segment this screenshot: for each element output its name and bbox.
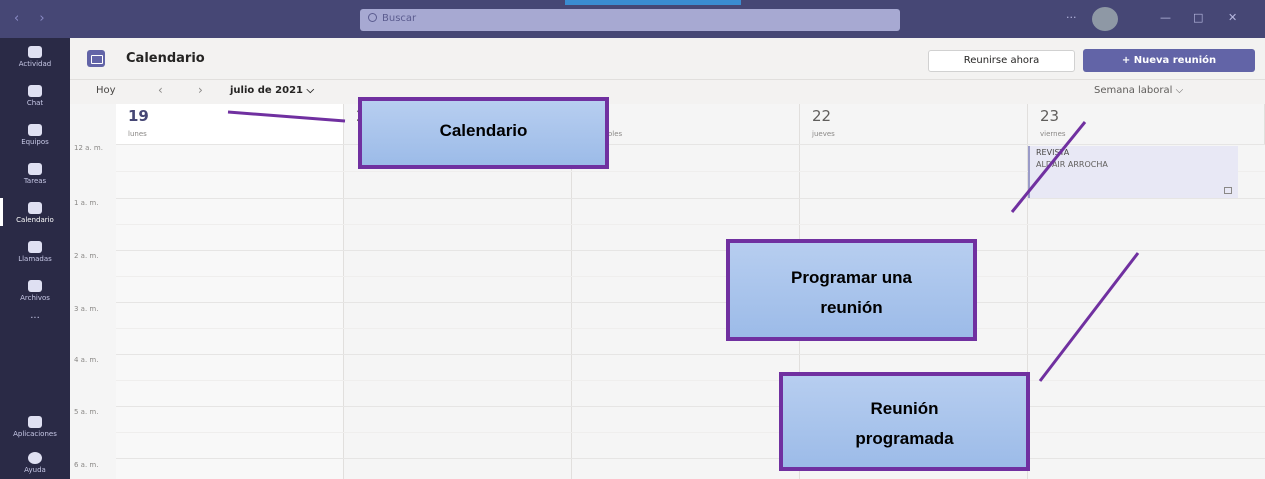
callout-line-programar bbox=[1010, 121, 1087, 213]
callout-programar-reunion: Programar una reunión bbox=[726, 239, 977, 341]
annotation-lines bbox=[227, 110, 1140, 382]
callout-text: reunión bbox=[820, 298, 883, 317]
callout-text: Calendario bbox=[439, 121, 528, 140]
callout-text: programada bbox=[855, 429, 954, 448]
callout-calendario: Calendario bbox=[358, 97, 609, 169]
callout-text: Programar una bbox=[791, 268, 912, 287]
callout-line-programada bbox=[1038, 252, 1140, 382]
callout-text: Reunión bbox=[870, 399, 939, 418]
callout-reunion-programada: Reunión programada bbox=[779, 372, 1030, 471]
callout-line-calendario bbox=[227, 110, 346, 123]
